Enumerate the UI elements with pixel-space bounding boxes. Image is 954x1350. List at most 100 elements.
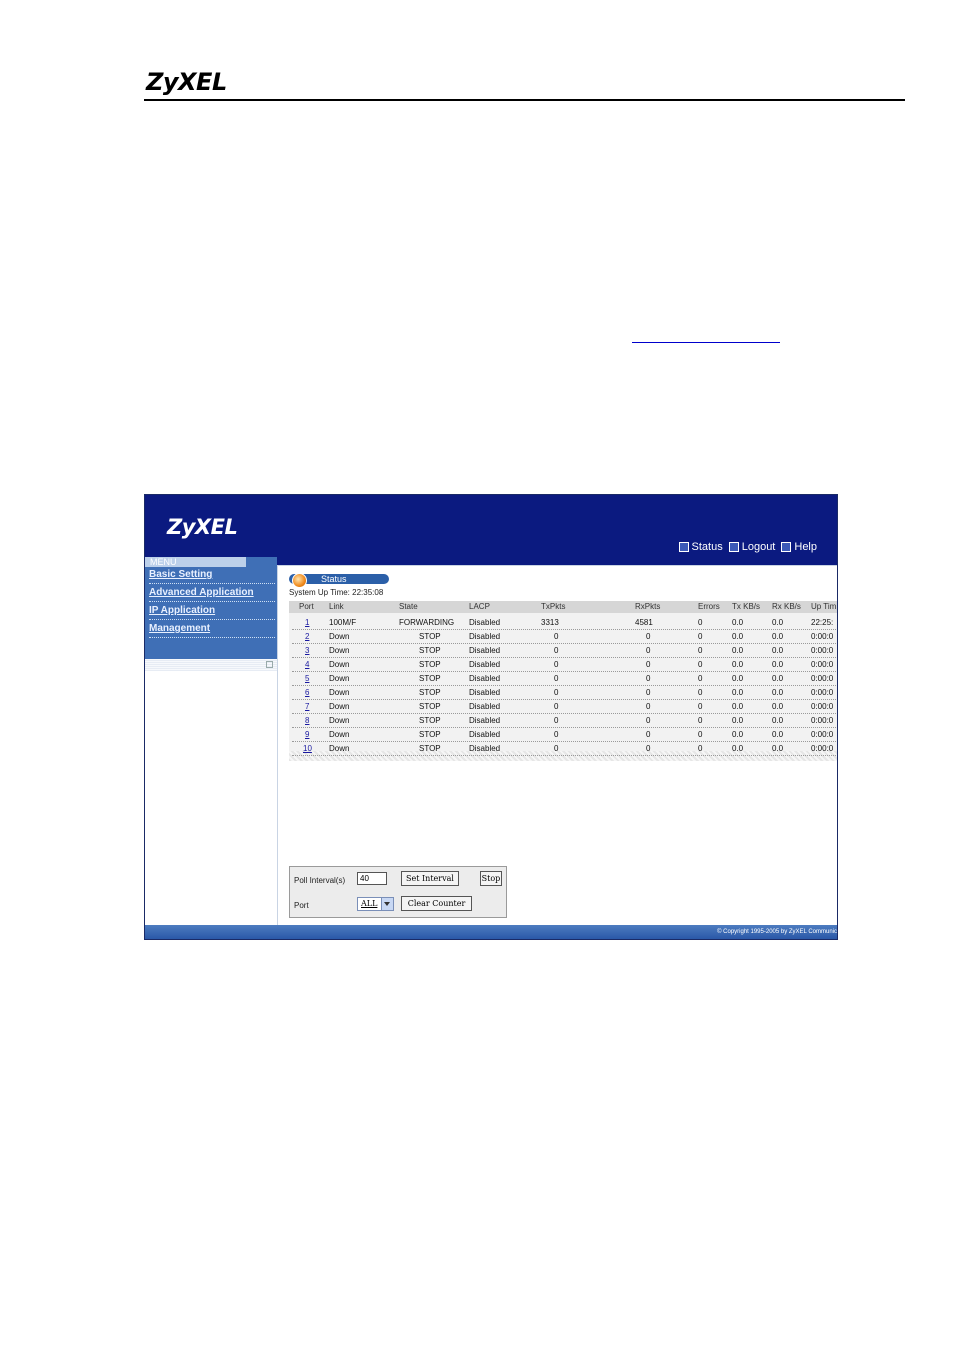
- document-header-rule: [144, 99, 905, 101]
- document-brand-logo: ZyXEL: [146, 68, 227, 96]
- table-cell: 0: [554, 688, 559, 697]
- table-cell: 0.0: [772, 702, 784, 711]
- table-row-divider: [292, 741, 837, 742]
- web-configurator-window: ZyXEL Status Logout Help MENU Basic Sett…: [144, 494, 838, 940]
- table-cell: 0:00:0: [811, 646, 834, 655]
- port-status-table: Port Link State LACP TxPkts RxPkts Errors Tx KB…: [289, 601, 837, 761]
- table-cell: 0.0: [772, 660, 784, 669]
- port-number-link[interactable]: 2: [305, 632, 309, 642]
- set-interval-button[interactable]: Set Interval: [401, 871, 459, 886]
- column-header: TxPkts: [541, 602, 566, 611]
- table-cell: 0: [698, 744, 703, 753]
- port-number-link[interactable]: 5: [305, 674, 309, 684]
- table-cell: 0: [698, 674, 703, 683]
- table-cell: Down: [329, 632, 350, 641]
- table-cell: STOP: [419, 660, 441, 669]
- sidebar-item-basic-setting[interactable]: Basic Setting: [149, 567, 275, 584]
- clear-counter-button[interactable]: Clear Counter: [401, 896, 472, 911]
- table-cell: 0: [646, 716, 651, 725]
- table-cell: Disabled: [469, 646, 501, 655]
- poll-control-panel: Poll Interval(s) Set Interval Stop Port …: [289, 866, 507, 918]
- menu-tab: MENU: [145, 557, 246, 567]
- table-cell: STOP: [419, 646, 441, 655]
- table-row-divider: [292, 755, 837, 756]
- table-cell: 100M/F: [329, 618, 357, 627]
- table-cell: Disabled: [469, 688, 501, 697]
- port-number-link[interactable]: 6: [305, 688, 309, 698]
- status-link[interactable]: Status: [678, 541, 723, 553]
- table-cell: 22:25:: [811, 618, 834, 627]
- table-cell: 0.0: [772, 688, 784, 697]
- column-header: Tx KB/s: [732, 602, 761, 611]
- table-cell: 0.0: [772, 632, 784, 641]
- table-cell: 0: [554, 660, 559, 669]
- port-number-link[interactable]: 3: [305, 646, 309, 656]
- system-uptime: System Up Time: 22:35:08: [289, 588, 384, 597]
- table-cell: STOP: [419, 716, 441, 725]
- app-logo: ZyXEL: [167, 515, 238, 539]
- table-cell: 0: [554, 716, 559, 725]
- column-header: Link: [329, 602, 344, 611]
- table-cell: 0.0: [772, 618, 784, 627]
- table-cell: 0: [554, 702, 559, 711]
- document-hyperlink-underline[interactable]: [632, 342, 780, 343]
- table-cell: 0:00:0: [811, 632, 834, 641]
- column-header: Rx KB/s: [772, 602, 801, 611]
- table-cell: STOP: [419, 688, 441, 697]
- table-cell: 0: [646, 730, 651, 739]
- table-cell: 0.0: [772, 716, 784, 725]
- stop-button[interactable]: Stop: [480, 871, 502, 886]
- logout-link[interactable]: Logout: [728, 541, 776, 553]
- table-cell: 0.0: [732, 646, 744, 655]
- sidebar-item-ip-application[interactable]: IP Application: [149, 603, 275, 620]
- port-number-link[interactable]: 9: [305, 730, 309, 740]
- table-cell: Down: [329, 646, 350, 655]
- column-header: State: [399, 602, 418, 611]
- table-cell: 0: [554, 730, 559, 739]
- port-select[interactable]: ALL: [357, 897, 394, 911]
- table-row-divider: [292, 629, 837, 630]
- top-banner: ZyXEL Status Logout Help: [145, 495, 837, 565]
- table-cell: Down: [329, 730, 350, 739]
- table-footer: [289, 751, 837, 761]
- table-cell: 0:00:0: [811, 688, 834, 697]
- sidebar-item-advanced-application[interactable]: Advanced Application: [149, 585, 275, 602]
- table-cell: Disabled: [469, 660, 501, 669]
- table-cell: 0:00:0: [811, 660, 834, 669]
- collapse-icon[interactable]: [266, 661, 273, 668]
- table-cell: 0: [698, 660, 703, 669]
- table-cell: Down: [329, 702, 350, 711]
- column-header: Errors: [698, 602, 720, 611]
- table-cell: 0: [698, 730, 703, 739]
- poll-interval-label: Poll Interval(s): [294, 876, 346, 885]
- help-link-label: Help: [794, 541, 817, 553]
- table-cell: 0: [698, 646, 703, 655]
- port-number-link[interactable]: 4: [305, 660, 309, 670]
- port-number-link[interactable]: 10: [303, 744, 312, 754]
- table-cell: 0: [646, 660, 651, 669]
- table-cell: 0: [698, 688, 703, 697]
- port-number-link[interactable]: 1: [305, 618, 309, 628]
- table-cell: 0.0: [772, 646, 784, 655]
- table-cell: 0: [646, 702, 651, 711]
- copyright-text: © Copyright 1995-2005 by ZyXEL Communic: [717, 929, 837, 935]
- table-row-divider: [292, 727, 837, 728]
- port-number-link[interactable]: 7: [305, 702, 309, 712]
- table-cell: 0.0: [772, 744, 784, 753]
- port-number-link[interactable]: 8: [305, 716, 309, 726]
- help-link[interactable]: Help: [781, 541, 817, 553]
- status-orb-icon: [292, 573, 307, 588]
- table-cell: 0:00:0: [811, 730, 834, 739]
- table-cell: 0: [646, 688, 651, 697]
- poll-interval-input[interactable]: [357, 872, 387, 885]
- table-cell: Disabled: [469, 702, 501, 711]
- logout-link-label: Logout: [741, 541, 776, 553]
- sidebar-item-management[interactable]: Management: [149, 621, 275, 638]
- table-cell: 0: [554, 632, 559, 641]
- sidebar-footer: [145, 659, 277, 671]
- table-cell: 0:00:0: [811, 702, 834, 711]
- table-cell: STOP: [419, 744, 441, 753]
- table-cell: Disabled: [469, 716, 501, 725]
- table-row-divider: [292, 643, 837, 644]
- chevron-down-icon[interactable]: [381, 898, 393, 910]
